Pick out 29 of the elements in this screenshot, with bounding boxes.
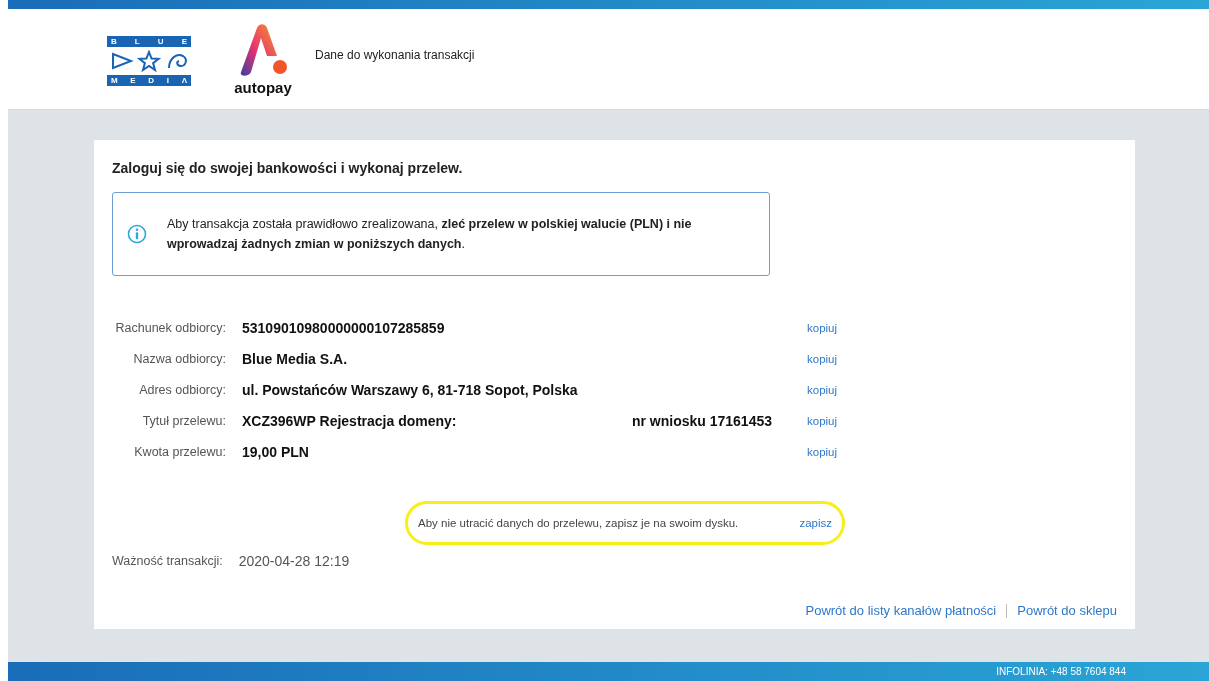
save-link[interactable]: zapisz <box>799 517 832 529</box>
field-value: ul. Powstańców Warszawy 6, 81-718 Sopot, Polska <box>242 381 578 398</box>
copy-link[interactable]: kopiuj <box>807 445 838 458</box>
field-label: Nazwa odbiorcy: <box>132 351 226 366</box>
save-note-text: Aby nie utracić danych do przelewu, zapisz je na swoim dysku. <box>418 517 739 529</box>
field-value: nr wniosku 17161453 <box>631 412 772 429</box>
validity-value: 2020-04-28 12:19 <box>238 553 350 569</box>
copy-link[interactable]: kopiuj <box>807 352 838 365</box>
field-value: 53109010980000000107285859 <box>242 319 445 336</box>
brand-logo: B L U E M E D I Λ <box>107 36 191 86</box>
field-label: Kwota przelewu: <box>133 444 226 459</box>
field-label: Tytuł przelewu: <box>141 413 226 428</box>
copy-link[interactable]: kopiuj <box>807 414 838 427</box>
autopay-logo: autopay <box>232 22 294 96</box>
info-text: Aby transakcja została prawidłowo zrealizowana, zleć przelew w polskiej walucie (PLN) i nie wprowadzaj żadnych zmian w poniższych danych. <box>167 216 693 253</box>
field-value: 19,00 PLN <box>242 443 309 460</box>
field-value: XCZ396WP Rejestracja domeny: <box>242 412 457 429</box>
card-heading: Zaloguj się do swojej bankowości i wykonaj przelew. <box>112 160 464 176</box>
copy-link[interactable]: kopiuj <box>807 383 838 396</box>
field-label: Adres odbiorcy: <box>138 382 226 397</box>
copy-link[interactable]: kopiuj <box>807 321 838 334</box>
back-link[interactable]: Powrót do sklepu <box>1017 603 1117 618</box>
field-value: Blue Media S.A. <box>242 350 348 367</box>
validity-label: Ważność transakcji: <box>112 554 223 568</box>
field-label: Rachunek odbiorcy: <box>114 320 226 335</box>
page-title: Dane do wykonania transakcji <box>315 48 475 62</box>
back-link[interactable]: Powrót do listy kanałów płatności <box>805 603 997 618</box>
infoline-text: INFOLINIA: +48 58 7604 844 <box>996 666 1126 677</box>
info-icon <box>127 224 147 244</box>
